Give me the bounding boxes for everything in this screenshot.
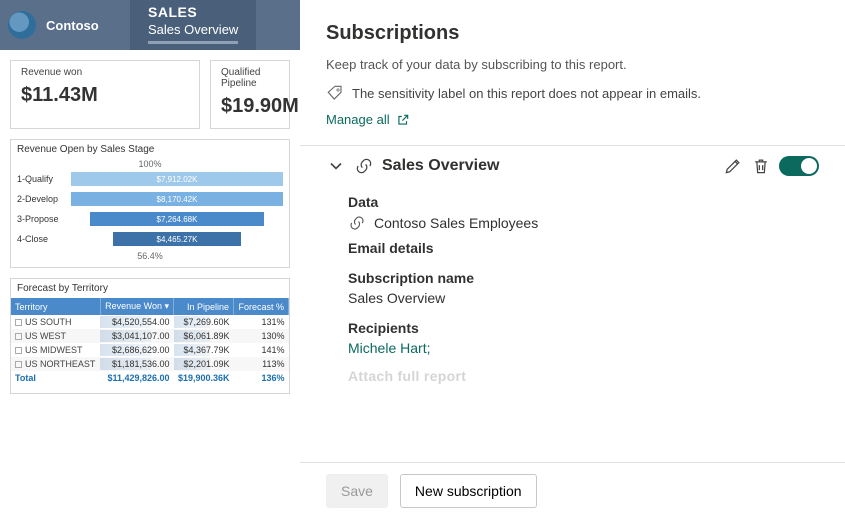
col-header[interactable]: Forecast % (234, 298, 289, 315)
stage-bar-row: 4-Close $4,465.27K (17, 229, 283, 249)
brand-logo-icon (8, 11, 36, 39)
top-pct: 100% (17, 159, 283, 169)
new-subscription-button[interactable]: New subscription (400, 474, 537, 508)
recipients-value: Michele Hart; (348, 340, 819, 356)
panel-title: Subscriptions (326, 22, 819, 45)
manage-all-link[interactable]: Manage all (326, 112, 819, 127)
col-header[interactable]: Revenue Won ▾ (100, 298, 173, 315)
divider (300, 145, 845, 146)
stage-bar: $4,465.27K (113, 232, 240, 246)
kpi-label: Revenue won (21, 67, 189, 78)
subscription-body: Data Contoso Sales Employees Email detai… (326, 176, 819, 384)
stage-label: 2-Develop (17, 194, 67, 204)
manage-all-label: Manage all (326, 112, 390, 127)
edit-icon[interactable] (723, 156, 743, 176)
sub-name-value: Sales Overview (348, 290, 819, 306)
stage-chart: Revenue Open by Sales Stage 100% 1-Quali… (10, 139, 290, 268)
subscriptions-panel: Subscriptions Keep track of your data by… (300, 0, 845, 518)
chevron-down-icon[interactable] (326, 156, 346, 176)
stage-bar-row: 1-Qualify $7,912.02K (17, 169, 283, 189)
stage-bar: $8,170.42K (71, 192, 283, 206)
dataset-name: Contoso Sales Employees (374, 215, 538, 231)
table-row[interactable]: US SOUTH $4,520,554.00 $7,269.60K 131% (11, 315, 289, 329)
sub-name-label: Subscription name (348, 270, 819, 286)
kpi-revenue-won: Revenue won $11.43M (10, 60, 200, 129)
chart-title: Revenue Open by Sales Stage (17, 144, 283, 155)
col-header[interactable]: In Pipeline (174, 298, 234, 315)
nav-section: SALES (148, 4, 238, 20)
stage-bar: $7,264.68K (90, 212, 264, 226)
table-row[interactable]: US NORTHEAST $1,181,536.00 $2,201.09K 11… (11, 357, 289, 371)
kpi-value: $11.43M (21, 84, 189, 107)
stage-label: 1-Qualify (17, 174, 67, 184)
enable-toggle[interactable] (779, 156, 819, 176)
brand: Contoso (0, 0, 130, 50)
stage-bar: $7,912.02K (71, 172, 283, 186)
dataset-row: Contoso Sales Employees (348, 214, 819, 232)
bottom-pct: 56.4% (17, 251, 283, 261)
save-button: Save (326, 474, 388, 508)
link-icon (354, 156, 374, 176)
sensitivity-text: The sensitivity label on this report doe… (352, 86, 701, 101)
panel-footer: Save New subscription (300, 462, 845, 518)
stage-bar-row: 2-Develop $8,170.42K (17, 189, 283, 209)
kpi-label: Qualified Pipeline (221, 67, 279, 89)
subscription-name: Sales Overview (382, 157, 499, 175)
kpi-value: $19.90M (221, 95, 279, 118)
nav-page: Sales Overview (148, 22, 238, 44)
brand-name: Contoso (46, 18, 99, 33)
table-row-total: Total$11,429,826.00$19,900.36K136% (11, 371, 289, 385)
table-row[interactable]: US MIDWEST $2,686,629.00 $4,367.79K 141% (11, 343, 289, 357)
email-details-label: Email details (348, 240, 819, 256)
table-title: Forecast by Territory (11, 283, 289, 298)
col-header[interactable]: Territory (11, 298, 100, 315)
external-link-icon (396, 113, 410, 127)
link-icon (348, 214, 366, 232)
recipients-label: Recipients (348, 320, 819, 336)
stage-label: 4-Close (17, 234, 67, 244)
attach-label: Attach full report (348, 368, 819, 384)
stage-label: 3-Propose (17, 214, 67, 224)
report-area: Revenue won $11.43M Qualified Pipeline $… (0, 50, 300, 404)
sensitivity-note: The sensitivity label on this report doe… (326, 84, 819, 102)
forecast-table: Forecast by Territory TerritoryRevenue W… (10, 278, 290, 394)
nav-block[interactable]: SALES Sales Overview (130, 0, 256, 50)
subscription-header: Sales Overview (326, 156, 819, 176)
kpi-qualified-pipeline: Qualified Pipeline $19.90M (210, 60, 290, 129)
panel-subtitle: Keep track of your data by subscribing t… (326, 57, 819, 72)
data-label: Data (348, 194, 819, 210)
table-row[interactable]: US WEST $3,041,107.00 $6,061.89K 130% (11, 329, 289, 343)
stage-bar-row: 3-Propose $7,264.68K (17, 209, 283, 229)
tag-icon (326, 84, 344, 102)
delete-icon[interactable] (751, 156, 771, 176)
